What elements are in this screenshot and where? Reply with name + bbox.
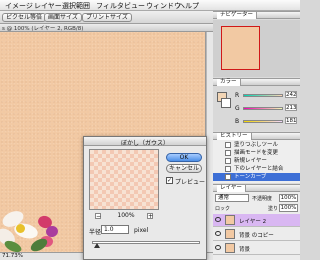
r-label: R xyxy=(235,92,240,99)
color-palette-header: カラー xyxy=(213,78,300,86)
b-label: B xyxy=(235,118,240,125)
blend-mode-select[interactable]: 通常 xyxy=(215,194,249,202)
preview-label: プレビュー xyxy=(175,179,206,186)
history-item-label: 下のレイヤーと結合 xyxy=(234,166,284,172)
menu-help[interactable]: ヘルプ xyxy=(178,1,199,11)
layer-row[interactable]: 背景 のコピー xyxy=(213,228,300,241)
eye-icon[interactable] xyxy=(215,245,221,250)
layer-thumbnail xyxy=(225,243,235,253)
history-item-icon xyxy=(225,158,231,164)
dialog-titlebar[interactable]: ぼかし（ガウス） xyxy=(84,137,206,147)
flower-image xyxy=(0,202,70,252)
history-item[interactable]: 下のレイヤーと結合 xyxy=(213,165,300,173)
preview-checkbox[interactable]: ✓ xyxy=(166,177,173,184)
g-slider[interactable] xyxy=(243,107,283,110)
print-size-button[interactable]: プリントサイズ xyxy=(82,13,132,22)
history-item[interactable]: 描画モードを変更 xyxy=(213,149,300,157)
radius-slider[interactable] xyxy=(92,241,200,244)
layers-palette-header: レイヤー xyxy=(213,184,300,192)
history-item-icon xyxy=(225,150,231,156)
menu-layer[interactable]: レイヤー xyxy=(34,1,62,11)
history-item-label: 塗りつぶしツール xyxy=(234,142,279,148)
menu-view[interactable]: ビュー xyxy=(124,1,145,11)
eye-icon[interactable] xyxy=(215,217,221,222)
tab-history[interactable]: ヒストリー xyxy=(217,133,252,140)
opacity-label: 不透明度 xyxy=(252,196,273,202)
color-panel: R 242 G 213 B 181 xyxy=(213,86,300,131)
preview-zoom-value: 100% xyxy=(117,212,135,219)
gaussian-blur-dialog: ぼかし（ガウス） OK キャンセル ✓ プレビュー − 100% + 半径 1.… xyxy=(83,136,207,260)
fit-screen-button[interactable]: 画面サイズ xyxy=(44,13,82,22)
radius-slider-thumb[interactable] xyxy=(94,243,100,248)
layer-thumbnail xyxy=(225,215,235,225)
r-value[interactable]: 242 xyxy=(285,91,297,98)
blur-preview[interactable] xyxy=(89,149,159,210)
layer-row-selected[interactable]: レイヤー 2 xyxy=(213,214,300,227)
tab-navigator[interactable]: ナビゲーター xyxy=(217,12,258,19)
r-slider[interactable] xyxy=(243,94,283,97)
eye-icon[interactable] xyxy=(215,231,221,236)
tab-layers[interactable]: レイヤー xyxy=(217,185,246,192)
palette-dock: ナビゲーター カラー R 242 G 213 B 181 ヒストリー 塗りつぶし… xyxy=(213,11,300,260)
navigator-palette-header: ナビゲーター xyxy=(213,11,300,19)
g-value[interactable]: 213 xyxy=(285,104,297,111)
status-zoom[interactable]: 71.73% xyxy=(2,253,23,259)
actual-pixels-button[interactable]: ピクセル等倍 xyxy=(2,13,47,22)
zoom-in-button[interactable]: + xyxy=(147,213,153,220)
g-label: G xyxy=(235,105,240,112)
cancel-button[interactable]: キャンセル xyxy=(166,164,202,173)
document-title: s @ 100% (レイヤー 2, RGB/8) xyxy=(2,26,84,32)
radius-label: 半径 xyxy=(89,229,102,236)
fill-field[interactable]: 100% xyxy=(279,204,298,212)
layer-name: 背景 xyxy=(239,247,251,253)
history-item-icon xyxy=(225,166,231,172)
history-panel: 塗りつぶしツール 描画モードを変更 新規レイヤー 下のレイヤーと結合 トーンカー… xyxy=(213,140,300,183)
radius-input[interactable]: 1.0 xyxy=(101,225,129,234)
radius-unit: pixel xyxy=(134,227,149,234)
history-item-label: 描画モードを変更 xyxy=(234,150,279,156)
history-palette-header: ヒストリー xyxy=(213,132,300,140)
b-value[interactable]: 181 xyxy=(285,117,297,124)
menu-select[interactable]: 選択範囲 xyxy=(62,1,90,11)
menu-image[interactable]: イメージ xyxy=(5,1,33,11)
layer-name: 背景 のコピー xyxy=(239,233,274,239)
history-item-icon xyxy=(225,174,231,180)
history-item[interactable]: 新規レイヤー xyxy=(213,157,300,165)
history-item-label: トーンカーブ xyxy=(234,174,267,180)
options-bar: ピクセル等倍 画面サイズ プリントサイズ xyxy=(0,11,213,24)
dialog-title: ぼかし（ガウス） xyxy=(120,140,169,147)
opacity-field[interactable]: 100% xyxy=(279,194,298,202)
document-titlebar[interactable]: s @ 100% (レイヤー 2, RGB/8) xyxy=(0,24,213,32)
ok-button[interactable]: OK xyxy=(166,153,202,162)
history-item-selected[interactable]: トーンカーブ xyxy=(213,173,300,181)
history-item-icon xyxy=(225,142,231,148)
layers-panel: 通常 不透明度 100% ロック 塗り 100% レイヤー 2 背景 のコピー … xyxy=(213,192,300,260)
b-slider[interactable] xyxy=(243,120,283,123)
fill-label: 塗り xyxy=(268,206,279,212)
navigator-thumbnail[interactable] xyxy=(221,26,260,70)
menu-filter[interactable]: フィルタ xyxy=(96,1,124,11)
layer-name: レイヤー 2 xyxy=(239,219,267,225)
background-color-swatch[interactable] xyxy=(221,98,231,108)
layer-thumbnail xyxy=(225,229,235,239)
menu-bar: イメージ レイヤー 選択範囲 フィルタ ビュー ウィンドウ ヘルプ xyxy=(0,0,300,11)
vertical-scrollbar[interactable] xyxy=(206,32,213,252)
layer-row[interactable]: 背景 xyxy=(213,242,300,255)
history-item[interactable]: 塗りつぶしツール xyxy=(213,141,300,149)
navigator-panel xyxy=(213,20,300,77)
zoom-out-button[interactable]: − xyxy=(95,213,101,220)
lock-label: ロック xyxy=(215,206,231,212)
tab-color[interactable]: カラー xyxy=(217,79,241,86)
history-item-label: 新規レイヤー xyxy=(234,158,267,164)
menu-window[interactable]: ウィンドウ xyxy=(146,1,181,11)
